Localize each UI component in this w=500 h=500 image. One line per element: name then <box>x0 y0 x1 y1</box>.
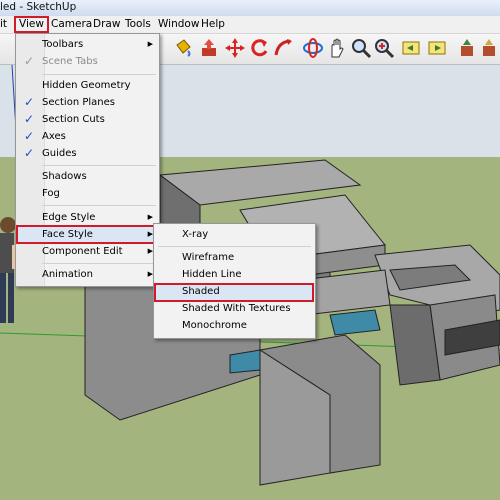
menu-item-label: Shaded With Textures <box>182 303 291 314</box>
menu-item-label: Toolbars <box>42 39 84 50</box>
menu-item-hidden-geometry[interactable]: Hidden Geometry <box>16 77 159 94</box>
next-view-icon[interactable] <box>426 37 448 59</box>
checkmark-icon: ✓ <box>24 95 35 109</box>
submenu-arrow-icon: ▶ <box>147 40 153 48</box>
menu-item-label: Hidden Geometry <box>42 80 131 91</box>
menu-separator <box>42 165 156 166</box>
checkmark-icon: ✓ <box>24 129 35 143</box>
checkmark-icon: ✓ <box>24 146 35 160</box>
menu-item-axes[interactable]: ✓ Axes <box>16 128 159 145</box>
title-bar: led - SketchUp <box>0 0 500 16</box>
menu-help[interactable]: Help <box>201 17 225 31</box>
menu-item-label: Axes <box>42 131 66 142</box>
menu-item-label: X-ray <box>182 229 209 240</box>
face-style-highlight <box>16 225 158 244</box>
face-style-submenu: X-ray Wireframe Hidden Line Shaded Shade… <box>153 223 316 339</box>
menu-item-label: Component Edit <box>42 246 123 257</box>
get-models-icon[interactable] <box>456 37 478 59</box>
menu-view[interactable]: View <box>14 16 49 33</box>
push-pull-icon[interactable] <box>198 37 220 59</box>
paint-bucket-icon[interactable] <box>172 37 194 59</box>
zoom-icon[interactable] <box>350 37 372 59</box>
menu-item-wireframe[interactable]: Wireframe <box>154 249 315 266</box>
orbit-icon[interactable] <box>302 37 324 59</box>
menu-item-label: Animation <box>42 269 93 280</box>
window-title: led - SketchUp <box>0 1 77 13</box>
menu-item-toolbars[interactable]: Toolbars ▶ <box>16 36 159 53</box>
menu-item-label: Section Cuts <box>42 114 105 125</box>
menu-camera[interactable]: Camera <box>51 17 92 31</box>
menu-item-label: Section Planes <box>42 97 115 108</box>
menu-item-label: Scene Tabs <box>42 56 98 67</box>
menu-item-section-cuts[interactable]: ✓ Section Cuts <box>16 111 159 128</box>
checkmark-icon: ✓ <box>24 112 35 126</box>
menu-draw[interactable]: Draw <box>93 17 120 31</box>
menu-edit[interactable]: it <box>0 17 7 31</box>
menu-separator <box>42 74 156 75</box>
share-model-icon[interactable] <box>478 37 500 59</box>
menu-item-component-edit[interactable]: Component Edit ▶ <box>16 243 159 260</box>
menu-item-label: Monochrome <box>182 320 247 331</box>
menu-separator <box>158 246 311 247</box>
menu-separator <box>42 205 156 206</box>
menu-item-shadows[interactable]: Shadows <box>16 168 159 185</box>
menu-item-label: Guides <box>42 148 77 159</box>
menu-item-label: Hidden Line <box>182 269 242 280</box>
menu-item-animation[interactable]: Animation ▶ <box>16 266 159 283</box>
menu-bar: it View Camera Draw Tools Window Help <box>0 16 500 34</box>
pan-icon[interactable] <box>326 37 348 59</box>
menu-item-label: Wireframe <box>182 252 235 263</box>
previous-view-icon[interactable] <box>400 37 422 59</box>
menu-window[interactable]: Window <box>158 17 199 31</box>
menu-item-label: Edge Style <box>42 212 96 223</box>
menu-item-scene-tabs[interactable]: ✓ Scene Tabs <box>16 53 159 70</box>
menu-tools[interactable]: Tools <box>125 17 151 31</box>
menu-item-label: Shadows <box>42 171 87 182</box>
follow-me-icon[interactable] <box>272 37 294 59</box>
menu-item-fog[interactable]: Fog <box>16 185 159 202</box>
menu-separator <box>42 263 156 264</box>
menu-item-edge-style[interactable]: Edge Style ▶ <box>16 209 159 226</box>
zoom-extents-icon[interactable] <box>373 37 395 59</box>
menu-item-guides[interactable]: ✓ Guides <box>16 145 159 162</box>
menu-item-xray[interactable]: X-ray <box>154 226 315 243</box>
menu-item-shaded-with-textures[interactable]: Shaded With Textures <box>154 300 315 317</box>
menu-item-section-planes[interactable]: ✓ Section Planes <box>16 94 159 111</box>
menu-item-label: Fog <box>42 188 60 199</box>
rotate-icon[interactable] <box>248 37 270 59</box>
checkmark-icon: ✓ <box>24 54 35 68</box>
menu-item-monochrome[interactable]: Monochrome <box>154 317 315 334</box>
move-icon[interactable] <box>224 37 246 59</box>
menu-item-hidden-line[interactable]: Hidden Line <box>154 266 315 283</box>
view-menu: Toolbars ▶ ✓ Scene Tabs Hidden Geometry … <box>15 33 160 287</box>
